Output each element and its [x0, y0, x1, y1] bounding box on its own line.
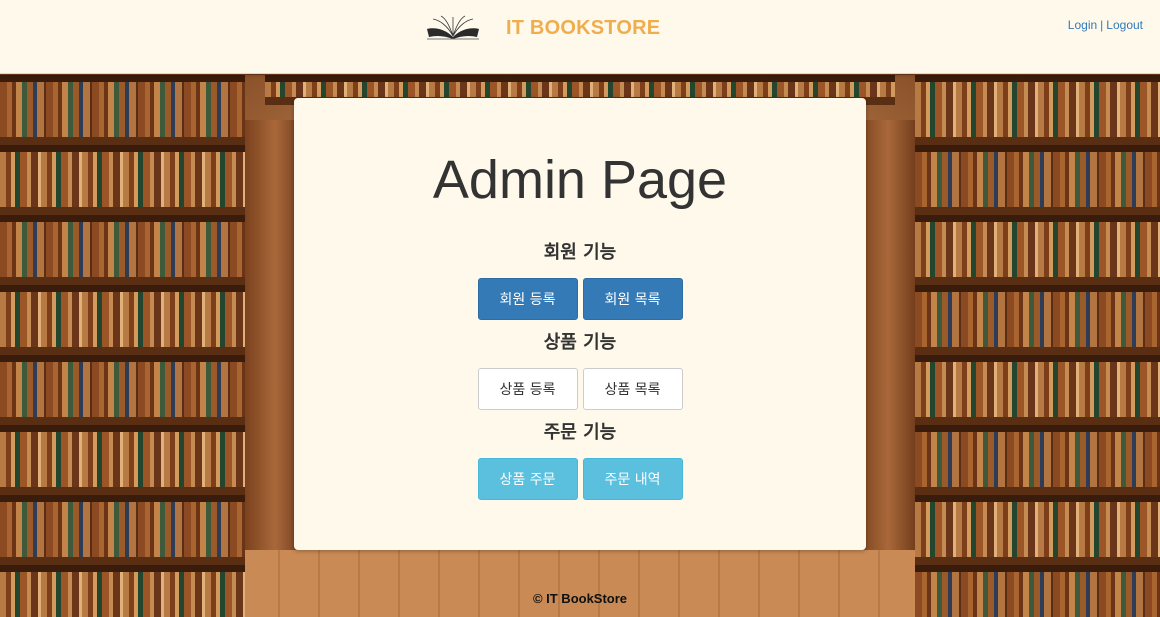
top-navbar: IT BOOKSTORE Login | Logout	[0, 0, 1160, 74]
bookshelf-right	[915, 75, 1160, 617]
brand-title: IT BOOKSTORE	[506, 16, 661, 39]
member-register-button[interactable]: 회원 등록	[477, 278, 578, 320]
member-section-title: 회원 기능	[543, 242, 617, 263]
product-button-row: 상품 등록 상품 목록	[294, 368, 866, 410]
login-link[interactable]: Login	[1068, 18, 1097, 32]
product-list-button[interactable]: 상품 목록	[582, 368, 683, 410]
library-floor	[240, 545, 920, 617]
bookshelf-left	[0, 75, 245, 617]
arch-frame-right	[858, 120, 918, 550]
logout-link[interactable]: Logout	[1106, 18, 1143, 32]
product-register-button[interactable]: 상품 등록	[477, 368, 578, 410]
order-button-row: 상품 주문 주문 내역	[294, 458, 866, 500]
product-order-button[interactable]: 상품 주문	[477, 458, 578, 500]
product-section-title: 상품 기능	[543, 332, 617, 353]
auth-separator: |	[1100, 18, 1104, 32]
page-title: Admin Page	[432, 150, 728, 210]
order-history-button[interactable]: 주문 내역	[582, 458, 683, 500]
open-book-icon	[427, 15, 479, 40]
order-section-title: 주문 기능	[543, 422, 617, 443]
member-button-row: 회원 등록 회원 목록	[294, 278, 866, 320]
auth-links: Login | Logout	[1068, 18, 1143, 32]
member-list-button[interactable]: 회원 목록	[582, 278, 683, 320]
admin-panel: Admin Page 회원 기능 회원 등록 회원 목록 상품 기능 상품 등록…	[294, 98, 866, 550]
footer-copyright: © IT BookStore	[532, 591, 628, 606]
brand-link[interactable]: IT BOOKSTORE	[425, 12, 660, 44]
